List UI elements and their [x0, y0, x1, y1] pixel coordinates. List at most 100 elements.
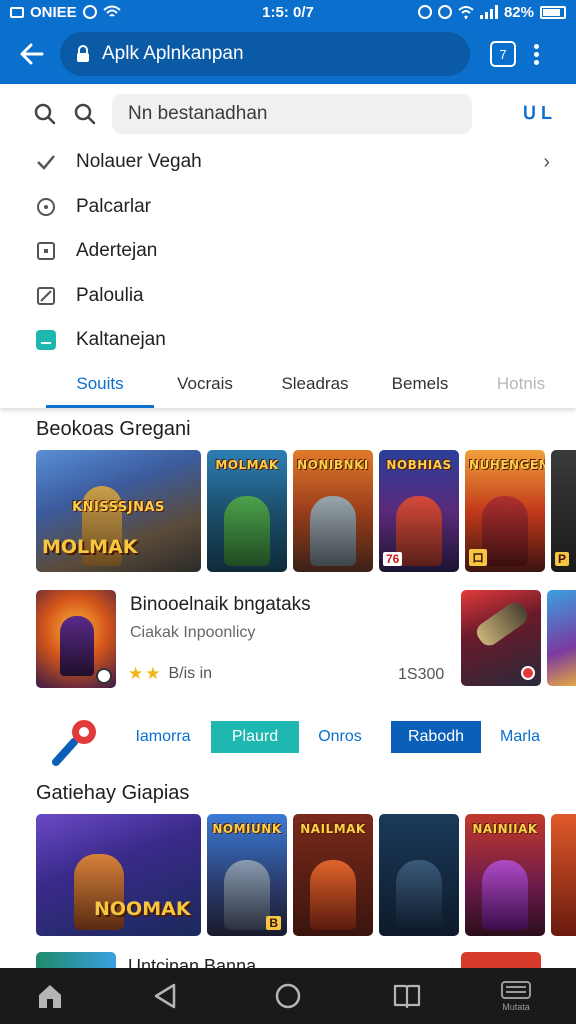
square-dot-icon [34, 241, 58, 261]
home-button[interactable] [36, 982, 64, 1010]
check-icon [34, 154, 58, 171]
lock-icon [76, 45, 90, 63]
tile-badge: ロ [469, 549, 488, 566]
back-button[interactable] [14, 36, 50, 72]
slash-box-icon [34, 286, 58, 306]
tab-sleadras[interactable]: Sleadras [270, 360, 360, 408]
notification-icon [10, 6, 24, 18]
status-bar: ONIEE 1:5: 0/7 82% [0, 0, 576, 24]
arrow-left-icon [20, 43, 44, 65]
game-tile[interactable]: NOOMAK [36, 814, 201, 936]
search-field-icon [74, 103, 96, 125]
game-tile-partial[interactable]: P [551, 450, 576, 572]
next-row-thumbnail [36, 952, 116, 968]
tile-title: NUHENGEN [469, 458, 545, 472]
tab-vocrais[interactable]: Vocrais [160, 360, 250, 408]
library-button[interactable] [392, 982, 422, 1010]
menu-item-label: Palcarlar [76, 195, 151, 217]
game-tile[interactable]: NAILMAK [293, 814, 373, 936]
featured-app[interactable]: Binooelnaik bngataks Ciakak Inpoonlicy ★… [36, 590, 576, 690]
featured-app-subtitle: Ciakak Inpoonlicy [130, 624, 256, 641]
store-caption: Mutata [502, 1002, 530, 1012]
side-app-thumbnail-partial[interactable] [547, 590, 576, 686]
game-tile-partial[interactable] [551, 814, 576, 936]
carrier-label: ONIEE [30, 3, 77, 21]
search-input-text: Nn bestanadhan [128, 102, 268, 124]
alarm-icon [417, 5, 432, 19]
tab-hotnis[interactable]: Hotnis [478, 360, 564, 408]
sync-icon [82, 5, 97, 19]
search-input[interactable]: Nn bestanadhan [112, 93, 472, 134]
tile-title: MOLMAK [215, 458, 279, 472]
tile-logo-text: MOLMAK [42, 536, 138, 558]
clock-icon [34, 197, 58, 217]
game-tile[interactable]: KNISSSJNAS MOLMAK [36, 450, 201, 572]
location-pin-icon [52, 720, 96, 766]
address-bar[interactable]: Aplk Aplnkanpan [60, 32, 470, 76]
tab-switcher-button[interactable]: 7 [490, 41, 516, 67]
wifi-icon [103, 5, 121, 17]
store-button[interactable]: Mutata [500, 980, 532, 1012]
chevron-right-icon: › [543, 150, 550, 173]
tile-title: NOBHIAS [386, 458, 452, 472]
back-nav-button[interactable] [152, 982, 178, 1010]
menu-item-label: Paloulia [76, 284, 144, 306]
menu-item-palcarlar[interactable]: Palcarlar [0, 185, 576, 230]
tab-bemels[interactable]: Bemels [375, 360, 465, 408]
game-tile[interactable]: NUHENGEN ロ [465, 450, 545, 572]
game-tile[interactable]: MOLMAK [207, 450, 287, 572]
section-title-1: Beokoas Gregani [36, 418, 191, 440]
home-icon [39, 985, 61, 1008]
category-tabs: Souits Vocrais Sleadras Bemels Hotnis [0, 360, 576, 408]
triangle-back-icon [154, 983, 176, 1009]
game-tile[interactable]: NAINIIAK [465, 814, 545, 936]
circle-home-icon [275, 983, 301, 1009]
tile-badge: B [266, 916, 281, 930]
star-icon: ★ [145, 664, 161, 683]
menu-item-label: Kaltanejan [76, 329, 166, 351]
tile-title: NAINIIAK [472, 822, 538, 836]
menu-item-kaltanejan[interactable]: Kaltanejan [0, 318, 576, 363]
home-nav-button[interactable] [274, 982, 302, 1010]
tab-souits[interactable]: Souits [46, 360, 154, 408]
chip-onros[interactable]: Onros [310, 721, 370, 753]
overflow-menu-button[interactable] [534, 43, 539, 65]
game-tile[interactable]: NOBHIAS 76 [379, 450, 459, 572]
chip-rabodh[interactable]: Rabodh [391, 721, 481, 753]
chip-plaurd[interactable]: Plaurd [211, 721, 299, 753]
next-row-thumbnail [461, 952, 541, 968]
location-icon [437, 5, 452, 19]
menu-item-label: Nolauer Vegah [76, 151, 202, 173]
star-icon: ★ [128, 664, 144, 683]
search-action-button[interactable]: ᑌ L [523, 103, 552, 124]
featured-app-thumbnail [36, 590, 116, 688]
menu-item-nolauer-vegah[interactable]: Nolauer Vegah › [0, 140, 576, 185]
teal-box-icon [34, 329, 58, 351]
app-screen: ONIEE 1:5: 0/7 82% Aplk Aplnkanpan 7 Nn … [0, 0, 576, 1024]
chip-marla[interactable]: Marla [490, 721, 550, 753]
tile-badge: P [555, 552, 570, 566]
tile-logo-text: NOOMAK [94, 898, 191, 920]
menu-item-label: Adertejan [76, 240, 158, 262]
cell-signal-icon [479, 5, 498, 19]
book-icon [393, 984, 421, 1009]
next-row-title: Untcinan Banna [128, 956, 257, 968]
search-icon[interactable] [34, 103, 56, 125]
browser-toolbar: Aplk Aplnkanpan 7 [0, 24, 576, 84]
tile-title: NONIBNKI [297, 458, 369, 472]
game-tile[interactable]: NOMIUNK B [207, 814, 287, 936]
tile-title: NAILMAK [300, 822, 366, 836]
game-tile[interactable]: NONIBNKI [293, 450, 373, 572]
battery-percent: 82% [503, 3, 534, 21]
rating-text: B/is in [168, 665, 213, 682]
navigation-bar: Mutata [0, 968, 576, 1024]
featured-app-price: 1S300 [398, 666, 445, 683]
tile-title: KNISSSJNAS [72, 500, 165, 515]
game-row-2: NOOMAK NOMIUNK B NAILMAK NAINIIAK [36, 814, 576, 936]
dropdown-menu: Nolauer Vegah › Palcarlar Adertejan Palo… [0, 140, 576, 363]
side-app-thumbnail[interactable] [461, 590, 541, 686]
menu-item-adertejan[interactable]: Adertejan [0, 229, 576, 274]
chip-iamorra[interactable]: Iamorra [128, 721, 198, 753]
menu-item-paloulia[interactable]: Paloulia [0, 274, 576, 319]
game-tile[interactable] [379, 814, 459, 936]
